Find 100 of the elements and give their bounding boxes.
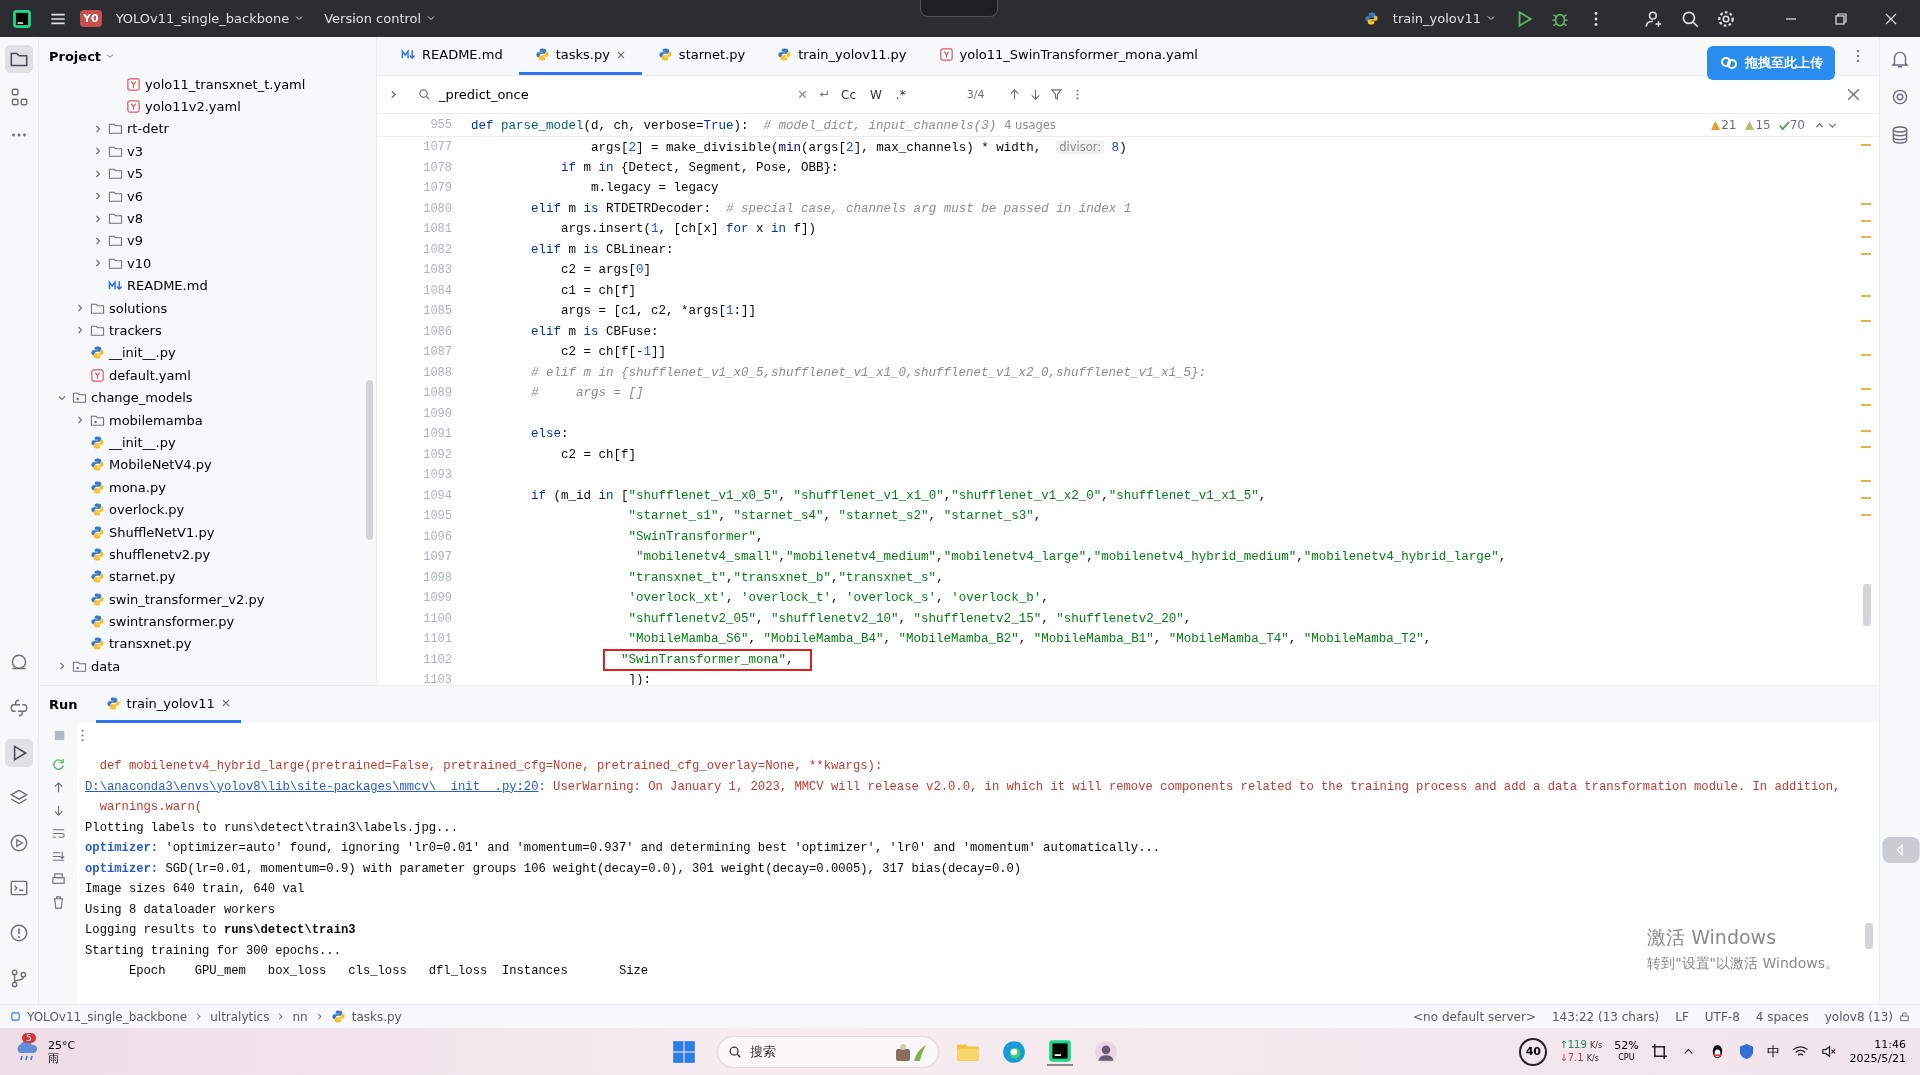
dropdown-caret-icon[interactable] xyxy=(294,13,305,23)
editor-tab[interactable]: tasks.py xyxy=(518,37,642,75)
project-selector[interactable]: YOLOv11_single_backbone xyxy=(109,7,311,30)
tree-item[interactable]: trackers xyxy=(109,323,162,338)
scrollbar-thumb[interactable] xyxy=(366,380,373,540)
code-line: elif m is RTDETRDecoder: # special case, channels arg must be passed in index 1 xyxy=(530,201,1132,216)
words-toggle[interactable]: W xyxy=(867,85,885,104)
start-icon[interactable] xyxy=(671,1038,697,1065)
search-icon xyxy=(728,1044,742,1059)
line-number: 1098 xyxy=(422,570,452,585)
print-icon[interactable] xyxy=(50,872,66,887)
tree-item[interactable]: rt-detr xyxy=(127,121,169,137)
close-icon[interactable] xyxy=(220,698,231,708)
tree-item[interactable]: swin_transformer_v2.py xyxy=(109,591,265,607)
panel-title[interactable]: Run xyxy=(49,697,78,712)
panel-title[interactable]: Project xyxy=(49,48,102,64)
tree-item[interactable]: v3 xyxy=(127,143,143,159)
typo-count[interactable]: 70 xyxy=(1789,118,1805,132)
scrollbar-thumb[interactable] xyxy=(1865,923,1873,949)
shield-icon[interactable] xyxy=(1737,1043,1755,1060)
status-item[interactable]: UTF-8 xyxy=(1704,1009,1740,1024)
editor-tab[interactable]: yolo11_SwinTransformer_mona.yaml xyxy=(922,37,1214,75)
tree-item[interactable]: yolo11v2.yaml xyxy=(145,99,241,115)
close-icon[interactable] xyxy=(615,49,626,60)
run-config-selector[interactable]: train_yolov11 xyxy=(1386,7,1502,30)
dropdown-caret-icon[interactable] xyxy=(426,13,437,23)
tree-item[interactable]: __init__.py xyxy=(109,345,176,361)
lock-icon[interactable] xyxy=(1899,1011,1910,1022)
tree-item[interactable]: change_models xyxy=(91,390,193,406)
match-case-toggle[interactable]: Cc xyxy=(838,85,859,104)
find-field[interactable]: _predict_once xyxy=(437,86,771,103)
speaker-muted-icon[interactable] xyxy=(1820,1043,1838,1060)
search-icon[interactable] xyxy=(418,88,431,101)
ide-app-icon[interactable] xyxy=(1047,1037,1073,1066)
browser-icon[interactable] xyxy=(1001,1038,1027,1065)
tree-item[interactable]: yolo11_transxnet_t.yaml xyxy=(145,76,306,92)
tree-item[interactable]: shufflenetv2.py xyxy=(109,546,211,562)
usage-gauge[interactable]: 40 xyxy=(1519,1037,1548,1066)
tree-item[interactable]: __init__.py xyxy=(109,434,176,450)
clock-date[interactable]: 2025/5/21 xyxy=(1849,1051,1906,1066)
tree-item[interactable]: MobileNetV4.py xyxy=(109,457,212,473)
console-line: optimizer: SGD(lr=0.01, momentum=0.9) with parameter groups 106 weight(decay=0.0), 301 weight(decay=0.0005), 317 bias(decay=0.0) xyxy=(85,861,1022,876)
window-handle[interactable] xyxy=(920,0,998,17)
avatar-app-icon[interactable] xyxy=(1093,1038,1119,1065)
breadcrumb[interactable]: YOLOv11_single_backbone xyxy=(27,1009,188,1024)
scrollbar-thumb[interactable] xyxy=(1863,584,1871,626)
breadcrumb[interactable]: ultralytics xyxy=(210,1009,270,1024)
vcs-menu[interactable]: Version control xyxy=(318,7,443,30)
file-link[interactable]: D:\anaconda3\envs\yolov8\lib\site-packages\mmcv\__init__.py:20 xyxy=(85,779,539,794)
tree-item[interactable]: v5 xyxy=(127,166,143,182)
tree-item[interactable]: mona.py xyxy=(109,479,166,495)
tree-item[interactable]: data xyxy=(91,658,121,674)
run-icon[interactable] xyxy=(5,739,33,767)
error-count[interactable]: 21 xyxy=(1721,118,1737,132)
tree-item[interactable]: v8 xyxy=(127,211,143,227)
wrap-icon[interactable] xyxy=(50,826,66,841)
dropdown-caret-icon[interactable] xyxy=(1486,13,1496,23)
input-method[interactable]: 中 xyxy=(1766,1042,1780,1061)
tree-item[interactable]: transxnet.py xyxy=(109,636,192,652)
status-item[interactable]: LF xyxy=(1675,1009,1689,1024)
folder-icon[interactable] xyxy=(5,45,33,73)
settings-icon[interactable] xyxy=(1716,8,1736,29)
tree-item[interactable]: v9 xyxy=(127,233,143,249)
tree-item[interactable]: README.md xyxy=(127,278,208,294)
scroll-end-icon[interactable] xyxy=(50,849,66,864)
tree-item[interactable]: ShuffleNetV1.py xyxy=(109,524,215,540)
rerun-icon[interactable] xyxy=(50,757,66,772)
tree-item[interactable]: default.yaml xyxy=(109,367,191,383)
tree-item[interactable]: starnet.py xyxy=(109,569,176,585)
run-tab[interactable]: train_yolov11 xyxy=(95,686,241,723)
tree-item[interactable]: mobilemamba xyxy=(109,412,203,428)
filter-icon[interactable] xyxy=(1050,88,1064,101)
console-line: optimizer: 'optimizer=auto' found, ignoring 'lr0=0.01' and 'momentum=0.937' and determining best 'optimizer', 'lr0' and 'momentum' automatically... xyxy=(85,841,1162,856)
python-file-icon xyxy=(1363,11,1379,26)
check-icon[interactable] xyxy=(1778,119,1790,131)
status-item[interactable]: yolov8 (13) xyxy=(1824,1009,1893,1024)
warning-count[interactable]: 15 xyxy=(1755,118,1771,132)
editor-tab[interactable]: train_yolov11.py xyxy=(761,37,923,75)
clock-time[interactable]: 11:46 xyxy=(1874,1037,1906,1052)
breadcrumb[interactable]: tasks.py xyxy=(351,1009,402,1024)
close-icon[interactable] xyxy=(1846,87,1861,102)
regex-toggle[interactable]: .* xyxy=(892,85,909,104)
breadcrumb[interactable]: nn xyxy=(292,1009,308,1024)
tree-item[interactable]: v6 xyxy=(127,188,143,204)
status-item[interactable]: 4 spaces xyxy=(1755,1009,1809,1024)
tree-item[interactable]: overlock.py xyxy=(109,502,185,518)
status-item[interactable]: 143:22 (13 chars) xyxy=(1551,1009,1660,1024)
tree-item[interactable]: swintransformer.py xyxy=(109,614,235,630)
tree-item[interactable]: v10 xyxy=(127,255,152,271)
tree-item[interactable]: solutions xyxy=(109,300,168,316)
line-number: 1092 xyxy=(422,447,452,462)
editor-tab[interactable]: starnet.py xyxy=(641,37,762,75)
status-item[interactable]: <no default server> xyxy=(1413,1009,1536,1024)
console-line: Epoch GPU_mem box_loss cls_loss dfl_loss Instances Size xyxy=(127,964,649,979)
python-file-icon xyxy=(777,47,793,62)
crop-icon[interactable] xyxy=(1650,1043,1668,1060)
editor-tab[interactable]: README.md xyxy=(385,37,519,75)
clear-icon[interactable] xyxy=(796,88,809,101)
taskbar-search-field[interactable]: 搜索 xyxy=(717,1035,939,1068)
code-line: "starnet_s1", "starnet_s4", "starnet_s2", "starnet_s3", xyxy=(627,509,1042,524)
